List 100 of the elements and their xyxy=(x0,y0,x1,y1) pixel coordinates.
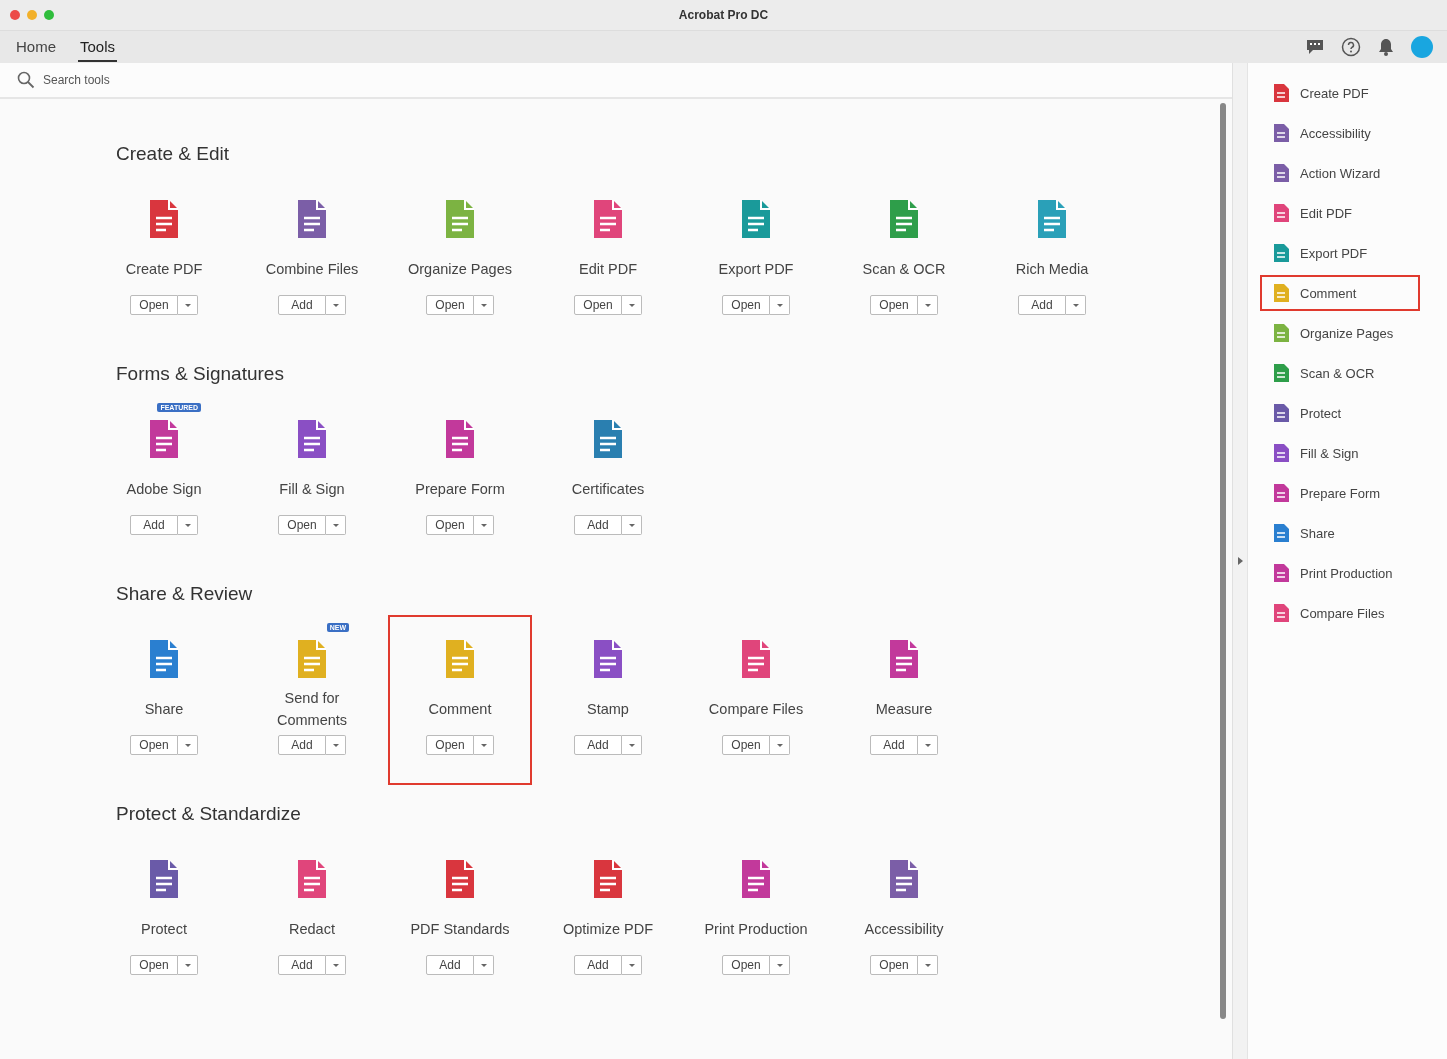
caret-icon xyxy=(480,523,487,527)
section-heading: Create & Edit xyxy=(115,143,230,165)
dropdown-button[interactable] xyxy=(178,295,198,315)
tool-action-button[interactable]: Add xyxy=(574,515,622,535)
bell-icon[interactable] xyxy=(1377,37,1395,57)
dropdown-button[interactable] xyxy=(178,515,198,535)
dropdown-button[interactable] xyxy=(326,955,346,975)
dropdown-button[interactable] xyxy=(622,955,642,975)
tool-name: Optimize PDF xyxy=(562,920,654,939)
tool-action-button[interactable]: Add xyxy=(1018,295,1066,315)
tool-name: Adobe Sign xyxy=(126,480,202,499)
window-title: Acrobat Pro DC xyxy=(678,8,769,22)
tool-action-button[interactable]: Add xyxy=(426,955,474,975)
tool-action-button[interactable]: Open xyxy=(722,955,770,975)
tool-name: Measure xyxy=(875,700,933,719)
dropdown-button[interactable] xyxy=(474,955,494,975)
tool-action-button[interactable]: Open xyxy=(722,295,770,315)
caret-icon xyxy=(332,303,339,307)
tool-name: Rich Media xyxy=(1015,260,1089,279)
sidebar-item[interactable]: Create PDF xyxy=(1260,75,1420,111)
tool-action-button[interactable]: Add xyxy=(130,515,178,535)
close-button[interactable] xyxy=(10,10,20,20)
dropdown-button[interactable] xyxy=(770,735,790,755)
sidebar-item[interactable]: Print Production xyxy=(1260,555,1420,591)
tool-action-button[interactable]: Add xyxy=(278,955,326,975)
sidebar-item[interactable]: Compare Files xyxy=(1260,595,1420,631)
caret-icon xyxy=(480,303,487,307)
tool-name: PDF Standards xyxy=(410,920,510,939)
section-heading: Share & Review xyxy=(115,583,254,605)
dropdown-button[interactable] xyxy=(918,955,938,975)
tool-action-button[interactable]: Open xyxy=(426,735,474,755)
minimize-button[interactable] xyxy=(27,10,37,20)
scrollbar[interactable] xyxy=(1220,103,1226,1019)
caret-icon xyxy=(776,743,783,747)
tool-action-button[interactable]: Open xyxy=(130,955,178,975)
sidebar-item[interactable]: Action Wizard xyxy=(1260,155,1420,191)
caret-icon xyxy=(332,743,339,747)
zoom-button[interactable] xyxy=(44,10,54,20)
section-heading: Forms & Signatures xyxy=(115,363,285,385)
dropdown-button[interactable] xyxy=(622,735,642,755)
dropdown-button[interactable] xyxy=(770,295,790,315)
caret-icon xyxy=(628,963,635,967)
tab[interactable]: Tools xyxy=(78,32,118,62)
tool-name: Protect xyxy=(141,920,187,939)
tool-name: Organize Pages xyxy=(408,260,512,279)
sidebar-item[interactable]: Edit PDF xyxy=(1260,195,1420,231)
dropdown-button[interactable] xyxy=(474,735,494,755)
tool-name: Edit PDF xyxy=(579,260,637,279)
caret-icon xyxy=(332,963,339,967)
dropdown-button[interactable] xyxy=(178,735,198,755)
sidebar-item[interactable]: Accessibility xyxy=(1260,115,1420,151)
tool-action-button[interactable]: Open xyxy=(426,515,474,535)
sidebar-item[interactable]: Comment xyxy=(1260,275,1420,311)
tool-action-button[interactable]: Open xyxy=(722,735,770,755)
tool-name: Send for Comments xyxy=(275,689,349,730)
tool-action-button[interactable]: Open xyxy=(426,295,474,315)
dropdown-button[interactable] xyxy=(622,515,642,535)
help-icon[interactable] xyxy=(1341,37,1361,57)
sidebar-item[interactable]: Protect xyxy=(1260,395,1420,431)
caret-icon xyxy=(480,963,487,967)
tab[interactable]: Home xyxy=(14,32,58,62)
dropdown-button[interactable] xyxy=(918,735,938,755)
collapse-handle[interactable] xyxy=(1232,63,1247,1059)
tool-action-button[interactable]: Open xyxy=(870,295,918,315)
sidebar-item[interactable]: Prepare Form xyxy=(1260,475,1420,511)
dropdown-button[interactable] xyxy=(1066,295,1086,315)
tool-action-button[interactable]: Open xyxy=(130,295,178,315)
dropdown-button[interactable] xyxy=(770,955,790,975)
caret-icon xyxy=(480,743,487,747)
dropdown-button[interactable] xyxy=(326,295,346,315)
tool-name: Combine Files xyxy=(265,260,359,279)
sidebar-item[interactable]: Scan & OCR xyxy=(1260,355,1420,391)
dropdown-button[interactable] xyxy=(326,735,346,755)
tool-action-button[interactable]: Add xyxy=(574,735,622,755)
tool-name: Certificates xyxy=(571,480,645,499)
sidebar-item[interactable]: Share xyxy=(1260,515,1420,551)
tool-action-button[interactable]: Add xyxy=(870,735,918,755)
sidebar-item[interactable]: Export PDF xyxy=(1260,235,1420,271)
sidebar-item[interactable]: Organize Pages xyxy=(1260,315,1420,351)
tool-action-button[interactable]: Open xyxy=(870,955,918,975)
sidebar-item[interactable]: Fill & Sign xyxy=(1260,435,1420,471)
tool-action-button[interactable]: Open xyxy=(278,515,326,535)
caret-icon xyxy=(628,303,635,307)
tool-name: Export PDF xyxy=(718,260,794,279)
chat-icon[interactable] xyxy=(1305,38,1325,56)
dropdown-button[interactable] xyxy=(326,515,346,535)
dropdown-button[interactable] xyxy=(474,515,494,535)
dropdown-button[interactable] xyxy=(178,955,198,975)
dropdown-button[interactable] xyxy=(474,295,494,315)
dropdown-button[interactable] xyxy=(622,295,642,315)
tool-action-button[interactable]: Add xyxy=(278,295,326,315)
tool-name: Fill & Sign xyxy=(279,480,345,499)
search-field[interactable]: Search tools xyxy=(43,73,343,87)
tool-action-button[interactable]: Add xyxy=(278,735,326,755)
avatar[interactable] xyxy=(1411,36,1433,58)
tool-action-button[interactable]: Add xyxy=(574,955,622,975)
dropdown-button[interactable] xyxy=(918,295,938,315)
tool-action-button[interactable]: Open xyxy=(130,735,178,755)
caret-icon xyxy=(776,963,783,967)
tool-action-button[interactable]: Open xyxy=(574,295,622,315)
